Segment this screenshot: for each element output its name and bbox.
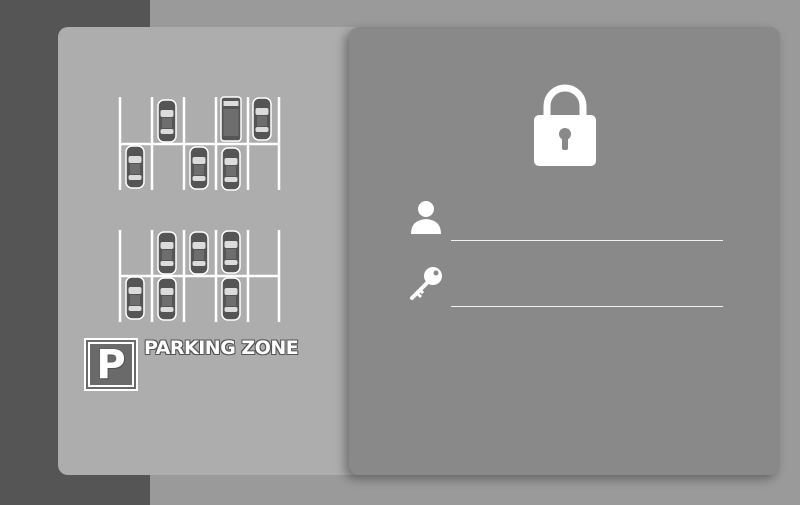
brand-panel: P PARKING ZONE bbox=[58, 27, 378, 475]
username-input[interactable] bbox=[451, 207, 723, 241]
parking-sign: P bbox=[84, 338, 138, 391]
user-icon bbox=[411, 201, 441, 234]
parking-sign-letter: P bbox=[96, 341, 126, 388]
password-input[interactable] bbox=[451, 273, 723, 307]
login-panel bbox=[349, 27, 780, 475]
password-row bbox=[409, 265, 724, 307]
parking-lot-illustration bbox=[118, 96, 281, 322]
username-row bbox=[409, 199, 724, 241]
padlock-icon bbox=[534, 84, 596, 166]
parking-zone-logo: P PARKING ZONE bbox=[84, 337, 299, 391]
logo-text: PARKING ZONE bbox=[144, 337, 299, 359]
key-icon bbox=[410, 267, 442, 300]
